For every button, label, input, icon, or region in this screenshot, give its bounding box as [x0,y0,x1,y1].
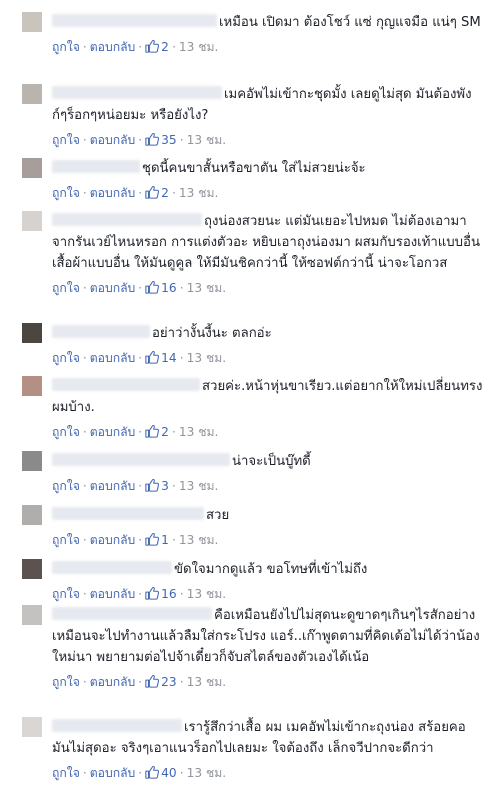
like-link[interactable]: ถูกใจ [52,533,80,547]
reply-link[interactable]: ตอบกลับ [90,40,136,54]
thumbs-up-icon [145,478,160,492]
timestamp[interactable]: 13 ชม. [179,186,219,200]
like-count[interactable]: 2 [161,186,169,200]
like-link[interactable]: ถูกใจ [52,425,80,439]
reply-link[interactable]: ตอบกลับ [90,675,136,689]
thumbs-up-icon [145,532,160,546]
comment-text: ชุดนี้คนขาสั้นหรือขาตัน ใส่ไม่สวยน่ะจ้ะ [142,161,366,176]
like-count[interactable]: 16 [161,587,177,601]
commenter-name[interactable] [52,325,150,338]
comment-text: เหมือน เปิดมา ต้องโชว์ แซ่ กุญแจมือ แน่ๆ… [219,15,481,30]
commenter-name[interactable] [52,160,140,173]
timestamp[interactable]: 13 ชม. [187,766,227,780]
comment-actions: ถูกใจ · ตอบกลับ · 1 · 13 ชม. [52,532,219,547]
commenter-name[interactable] [52,14,217,27]
like-count[interactable]: 14 [161,351,177,365]
thumbs-up-icon [145,280,160,294]
comment-actions: ถูกใจ · ตอบกลับ · 14 · 13 ชม. [52,350,227,365]
like-link[interactable]: ถูกใจ [52,675,80,689]
commenter-name[interactable] [52,213,202,226]
timestamp[interactable]: 13 ชม. [179,479,219,493]
timestamp[interactable]: 13 ชม. [179,40,219,54]
like-count[interactable]: 16 [161,281,177,295]
thumbs-up-icon [145,185,160,199]
commenter-name[interactable] [52,86,222,99]
reply-link[interactable]: ตอบกลับ [90,533,136,547]
like-count[interactable]: 3 [161,479,169,493]
timestamp[interactable]: 13 ชม. [179,425,219,439]
avatar[interactable] [22,376,42,396]
like-count[interactable]: 23 [161,675,177,689]
avatar[interactable] [22,605,42,625]
avatar[interactable] [22,505,42,525]
comment-text: อย่าว่างั้นงี้นะ ตลกอ่ะ [152,326,272,341]
comment-actions: ถูกใจ · ตอบกลับ · 23 · 13 ชม. [52,674,227,689]
like-link[interactable]: ถูกใจ [52,479,80,493]
like-count[interactable]: 1 [161,533,169,547]
avatar[interactable] [22,84,42,104]
timestamp[interactable]: 13 ชม. [187,133,227,147]
thumbs-up-icon [145,350,160,364]
commenter-name[interactable] [52,453,230,466]
avatar[interactable] [22,717,42,737]
timestamp[interactable]: 13 ชม. [187,587,227,601]
like-count[interactable]: 35 [161,133,177,147]
thumbs-up-icon [145,586,160,600]
thumbs-up-icon [145,424,160,438]
comment-actions: ถูกใจ · ตอบกลับ · 16 · 13 ชม. [52,280,227,295]
avatar[interactable] [22,158,42,178]
thumbs-up-icon [145,132,160,146]
reply-link[interactable]: ตอบกลับ [90,587,136,601]
comment-text: สวย [206,508,230,523]
comment-actions: ถูกใจ · ตอบกลับ · 3 · 13 ชม. [52,478,219,493]
reply-link[interactable]: ตอบกลับ [90,425,136,439]
like-link[interactable]: ถูกใจ [52,186,80,200]
thumbs-up-icon [145,765,160,779]
timestamp[interactable]: 13 ชม. [187,675,227,689]
reply-link[interactable]: ตอบกลับ [90,281,136,295]
avatar[interactable] [22,451,42,471]
like-count[interactable]: 2 [161,425,169,439]
avatar[interactable] [22,559,42,579]
thumbs-up-icon [145,39,160,53]
timestamp[interactable]: 13 ชม. [179,533,219,547]
like-link[interactable]: ถูกใจ [52,133,80,147]
comment-actions: ถูกใจ · ตอบกลับ · 16 · 13 ชม. [52,586,227,601]
reply-link[interactable]: ตอบกลับ [90,479,136,493]
commenter-name[interactable] [52,507,204,520]
like-link[interactable]: ถูกใจ [52,766,80,780]
timestamp[interactable]: 13 ชม. [187,351,227,365]
thumbs-up-icon [145,674,160,688]
reply-link[interactable]: ตอบกลับ [90,133,136,147]
commenter-name[interactable] [52,378,200,391]
timestamp[interactable]: 13 ชม. [187,281,227,295]
commenter-name[interactable] [52,561,172,574]
reply-link[interactable]: ตอบกลับ [90,766,136,780]
comment-actions: ถูกใจ · ตอบกลับ · 2 · 13 ชม. [52,39,219,54]
comment-actions: ถูกใจ · ตอบกลับ · 40 · 13 ชม. [52,765,227,780]
like-count[interactable]: 40 [161,766,177,780]
like-link[interactable]: ถูกใจ [52,281,80,295]
commenter-name[interactable] [52,719,182,732]
avatar[interactable] [22,323,42,343]
reply-link[interactable]: ตอบกลับ [90,186,136,200]
comment-text: น่าจะเป็นบู๊ทดี้ [232,454,311,469]
avatar[interactable] [22,211,42,231]
like-link[interactable]: ถูกใจ [52,40,80,54]
like-link[interactable]: ถูกใจ [52,587,80,601]
comment-actions: ถูกใจ · ตอบกลับ · 2 · 13 ชม. [52,185,219,200]
commenter-name[interactable] [52,607,212,620]
like-count[interactable]: 2 [161,40,169,54]
comment-actions: ถูกใจ · ตอบกลับ · 2 · 13 ชม. [52,424,219,439]
reply-link[interactable]: ตอบกลับ [90,351,136,365]
like-link[interactable]: ถูกใจ [52,351,80,365]
comment-text: ขัดใจมากดูแล้ว ขอโทษที่เข้าไม่ถึง [174,562,368,577]
comment-feed: เหมือน เปิดมา ต้องโชว์ แซ่ กุญแจมือ แน่ๆ… [0,0,495,797]
comment-actions: ถูกใจ · ตอบกลับ · 35 · 13 ชม. [52,132,227,147]
avatar[interactable] [22,12,42,32]
